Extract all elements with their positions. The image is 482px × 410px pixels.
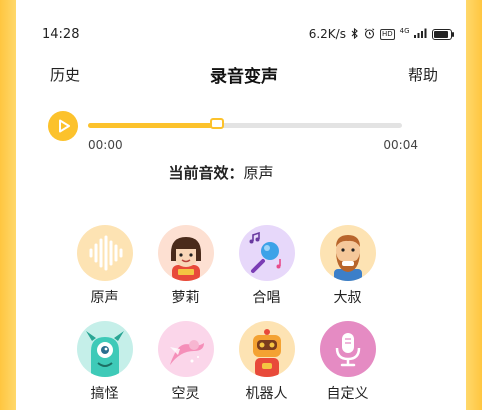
signal-4g-label: 4G: [399, 27, 410, 35]
monster-icon: [76, 321, 133, 377]
microphone-notes-icon: [238, 225, 295, 281]
effect-chorus[interactable]: 合唱: [226, 225, 307, 307]
right-bezel: [465, 0, 482, 410]
effect-loli[interactable]: 萝莉: [145, 225, 226, 307]
hd-icon: HD: [379, 28, 395, 40]
bluetooth-icon: [351, 27, 359, 41]
progress-thumb[interactable]: [209, 118, 224, 129]
status-icons: 6.2K/s HD 4G: [308, 27, 454, 41]
effect-robot[interactable]: 机器人: [226, 321, 307, 403]
custom-mic-icon: [319, 321, 376, 377]
effect-label: 萝莉: [171, 290, 200, 306]
effect-label: 空灵: [171, 386, 200, 402]
effects-grid: 原声 萝莉 合唱 大叔 搞怪 空灵 机器人 自定义: [64, 225, 388, 403]
fairy-icon: [157, 321, 214, 377]
total-time: 00:04: [383, 138, 418, 152]
left-bezel: [0, 0, 17, 410]
network-speed: 6.2K/s: [308, 27, 346, 41]
current-time: 00:00: [88, 138, 123, 152]
current-effect: 当前音效：原声: [0, 162, 482, 183]
status-time: 14:28: [42, 26, 80, 42]
effect-funny[interactable]: 搞怪: [64, 321, 145, 403]
waveform-icon: [76, 225, 133, 281]
effect-label: 机器人: [245, 386, 288, 402]
signal-4g-icon: 4G: [400, 28, 427, 40]
help-button[interactable]: 帮助: [408, 64, 438, 85]
progress-track[interactable]: [88, 118, 402, 129]
effect-label: 自定义: [326, 386, 369, 402]
progress-fill: [88, 123, 217, 128]
effect-label: 搞怪: [90, 386, 119, 402]
girl-avatar-icon: [157, 225, 214, 281]
history-button[interactable]: 历史: [50, 64, 80, 85]
current-effect-label: 当前音效：: [168, 164, 244, 182]
current-effect-value: 原声: [243, 164, 274, 182]
play-icon: [59, 119, 70, 133]
battery-icon: [432, 28, 454, 40]
top-bar: 历史 录音变声 帮助: [50, 62, 438, 87]
robot-icon: [238, 321, 295, 377]
page-title: 录音变声: [210, 66, 278, 87]
effect-original[interactable]: 原声: [64, 225, 145, 307]
effect-label: 合唱: [252, 290, 281, 306]
effect-label: 大叔: [333, 290, 362, 306]
alarm-icon: [364, 27, 375, 41]
bearded-man-icon: [319, 225, 376, 281]
status-bar: 14:28 6.2K/s HD 4G: [42, 24, 454, 44]
effect-ethereal[interactable]: 空灵: [145, 321, 226, 403]
effect-uncle[interactable]: 大叔: [307, 225, 388, 307]
effect-label: 原声: [90, 290, 119, 306]
play-button[interactable]: [48, 111, 78, 141]
effect-custom[interactable]: 自定义: [307, 321, 388, 403]
